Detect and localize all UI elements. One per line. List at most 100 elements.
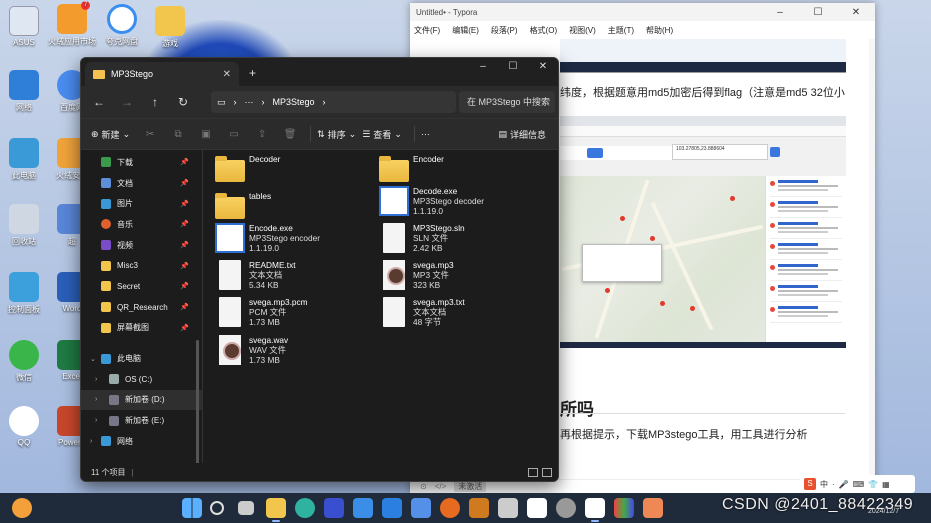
share-icon[interactable]: ⇪ xyxy=(254,129,270,140)
nav-item-music[interactable]: 音乐 📌 xyxy=(81,214,202,235)
qr-icon[interactable] xyxy=(498,498,518,518)
maximize-icon[interactable]: ☐ xyxy=(498,58,528,78)
file-item-tables[interactable]: tables xyxy=(215,191,379,227)
ellipsis-icon[interactable]: ··· xyxy=(245,97,254,107)
file-explorer-icon[interactable] xyxy=(266,498,286,522)
store-icon[interactable] xyxy=(353,498,373,518)
editor-scrollbar[interactable] xyxy=(869,39,875,479)
tab-mp3stego[interactable]: MP3Stego ✕ xyxy=(85,62,239,86)
widget-icon[interactable] xyxy=(12,498,32,518)
edge-icon[interactable] xyxy=(295,498,315,518)
close-icon[interactable]: ✕ xyxy=(837,7,875,18)
delete-icon[interactable]: 🗑 xyxy=(282,129,298,140)
file-item-readme[interactable]: README.txt 文本文档 5.34 KB xyxy=(215,260,379,296)
forward-icon[interactable]: → xyxy=(113,95,141,109)
view-button[interactable]: ☰ 查看 ⌄ xyxy=(362,128,402,141)
file-item-mp3stego-sln[interactable]: MP3Stego.sln SLN 文件 2.42 KB xyxy=(379,223,543,259)
grid-icon[interactable]: ▦ xyxy=(882,480,890,489)
chevron-right-icon[interactable]: › xyxy=(323,97,326,107)
nav-item-screenshots[interactable]: 屏幕截图 📌 xyxy=(81,318,202,339)
sort-button[interactable]: ⇅ 排序 ⌄ xyxy=(317,128,356,141)
cut-icon[interactable]: ✂ xyxy=(142,129,158,140)
file-item-decode-exe[interactable]: Decode.exe MP3Stego decoder 1.1.19.0 xyxy=(379,186,543,222)
menu-format[interactable]: 格式(O) xyxy=(530,25,558,36)
more-button[interactable]: ··· xyxy=(421,129,430,139)
nav-item-secret[interactable]: Secret 📌 xyxy=(81,276,202,297)
rename-icon[interactable]: ▭ xyxy=(226,129,242,140)
back-icon[interactable]: ← xyxy=(85,95,113,109)
app-icon[interactable] xyxy=(469,498,489,518)
chevron-right-icon[interactable]: › xyxy=(90,438,92,445)
nav-item-pictures[interactable]: 图片 📌 xyxy=(81,193,202,214)
nav-scrollbar[interactable] xyxy=(196,340,199,481)
start-icon[interactable] xyxy=(182,498,202,518)
chevron-down-icon[interactable]: ⌄ xyxy=(90,355,96,363)
file-item-svega-mp3[interactable]: svega.mp3 MP3 文件 323 KB xyxy=(379,260,543,296)
menu-edit[interactable]: 编辑(E) xyxy=(452,25,479,36)
file-item-svega-pcm[interactable]: svega.mp3.pcm PCM 文件 1.73 MB xyxy=(215,297,379,333)
file-item-svega-txt[interactable]: svega.mp3.txt 文本文档 48 字节 xyxy=(379,297,543,333)
new-button[interactable]: ⊕ 新建 ⌄ xyxy=(91,128,130,141)
file-item-svega-wav[interactable]: svega.wav WAV 文件 1.73 MB xyxy=(215,335,379,371)
taskbar-clock[interactable]: 2024/12/7 xyxy=(868,508,899,515)
nav-item-drive-e[interactable]: › 新加卷 (E:) xyxy=(81,410,202,431)
close-icon[interactable]: ✕ xyxy=(528,58,558,78)
minimize-icon[interactable]: – xyxy=(761,7,799,18)
maximize-icon[interactable]: ☐ xyxy=(799,7,837,18)
address-bar[interactable]: ▭ › ··· › MP3Stego › xyxy=(211,91,456,113)
app-icon[interactable] xyxy=(382,498,402,518)
file-item-decoder[interactable]: Decoder xyxy=(215,154,379,190)
app-icon[interactable] xyxy=(527,498,547,518)
chevron-right-icon[interactable]: › xyxy=(95,417,97,424)
app-icon[interactable] xyxy=(643,498,663,518)
nav-item-documents[interactable]: 文档 📌 xyxy=(81,173,202,194)
chevron-right-icon[interactable]: › xyxy=(95,376,97,383)
new-tab-icon[interactable]: + xyxy=(249,66,256,80)
keyboard-icon[interactable]: ⌨ xyxy=(853,480,865,489)
activation-tag[interactable]: 未激活 xyxy=(454,481,487,492)
details-button[interactable]: ▤ 详细信息 xyxy=(498,128,546,141)
firefox-icon[interactable] xyxy=(440,498,460,518)
skin-icon[interactable]: 👕 xyxy=(868,480,878,489)
menu-paragraph[interactable]: 段落(P) xyxy=(491,25,518,36)
nav-item-misc3[interactable]: Misc3 📌 xyxy=(81,255,202,276)
app-icon[interactable] xyxy=(411,498,431,518)
typora-titlebar[interactable]: Untitled• - Typora – ☐ ✕ xyxy=(410,3,875,21)
nav-item-drive-c[interactable]: › OS (C:) xyxy=(81,369,202,390)
menu-view[interactable]: 视图(V) xyxy=(569,25,596,36)
ime-dot[interactable]: · xyxy=(832,480,835,489)
refresh-icon[interactable]: ↻ xyxy=(169,95,197,109)
mic-icon[interactable]: 🎤 xyxy=(839,480,849,489)
nav-item-this-pc[interactable]: ⌄ 此电脑 xyxy=(81,348,202,369)
settings-icon[interactable] xyxy=(556,498,576,518)
search-icon[interactable] xyxy=(210,501,224,515)
source-mode-icon[interactable]: </> xyxy=(435,482,447,491)
typora-icon[interactable] xyxy=(585,498,605,522)
breadcrumb[interactable]: MP3Stego xyxy=(273,97,315,107)
app-icon[interactable] xyxy=(614,498,634,518)
details-view-icon[interactable] xyxy=(528,467,538,477)
desktop-icon-games[interactable]: 游戏 xyxy=(140,6,200,49)
ime-mode[interactable]: 中 xyxy=(820,479,828,490)
paste-icon[interactable]: ▣ xyxy=(198,129,214,140)
close-tab-icon[interactable]: ✕ xyxy=(223,69,231,80)
menu-file[interactable]: 文件(F) xyxy=(414,25,440,36)
app-icon[interactable] xyxy=(324,498,344,518)
file-explorer-window[interactable]: MP3Stego ✕ + – ☐ ✕ ← → ↑ ↻ ▭ › ··· › MP3… xyxy=(80,57,559,482)
file-item-encode-exe[interactable]: Encode.exe MP3Stego encoder 1.1.19.0 xyxy=(215,223,379,259)
nav-item-drive-d[interactable]: › 新加卷 (D:) xyxy=(81,389,202,411)
file-item-encoder[interactable]: Encoder xyxy=(379,154,543,190)
menu-help[interactable]: 帮助(H) xyxy=(646,25,673,36)
nav-item-network[interactable]: › 网络 xyxy=(81,431,202,452)
nav-item-qr-research[interactable]: QR_Research 📌 xyxy=(81,297,202,318)
search-input[interactable]: 在 MP3Stego 中搜索 xyxy=(459,91,555,113)
copy-icon[interactable]: ⧉ xyxy=(170,129,186,140)
sidebar-toggle-icon[interactable]: ⊙ xyxy=(420,482,427,491)
nav-item-videos[interactable]: 视频 📌 xyxy=(81,235,202,256)
task-view-icon[interactable] xyxy=(238,501,254,515)
minimize-icon[interactable]: – xyxy=(468,58,498,78)
chevron-right-icon[interactable]: › xyxy=(95,396,97,403)
menu-theme[interactable]: 主题(T) xyxy=(608,25,634,36)
nav-item-downloads[interactable]: 下载 📌 xyxy=(81,152,202,173)
up-icon[interactable]: ↑ xyxy=(141,95,169,109)
